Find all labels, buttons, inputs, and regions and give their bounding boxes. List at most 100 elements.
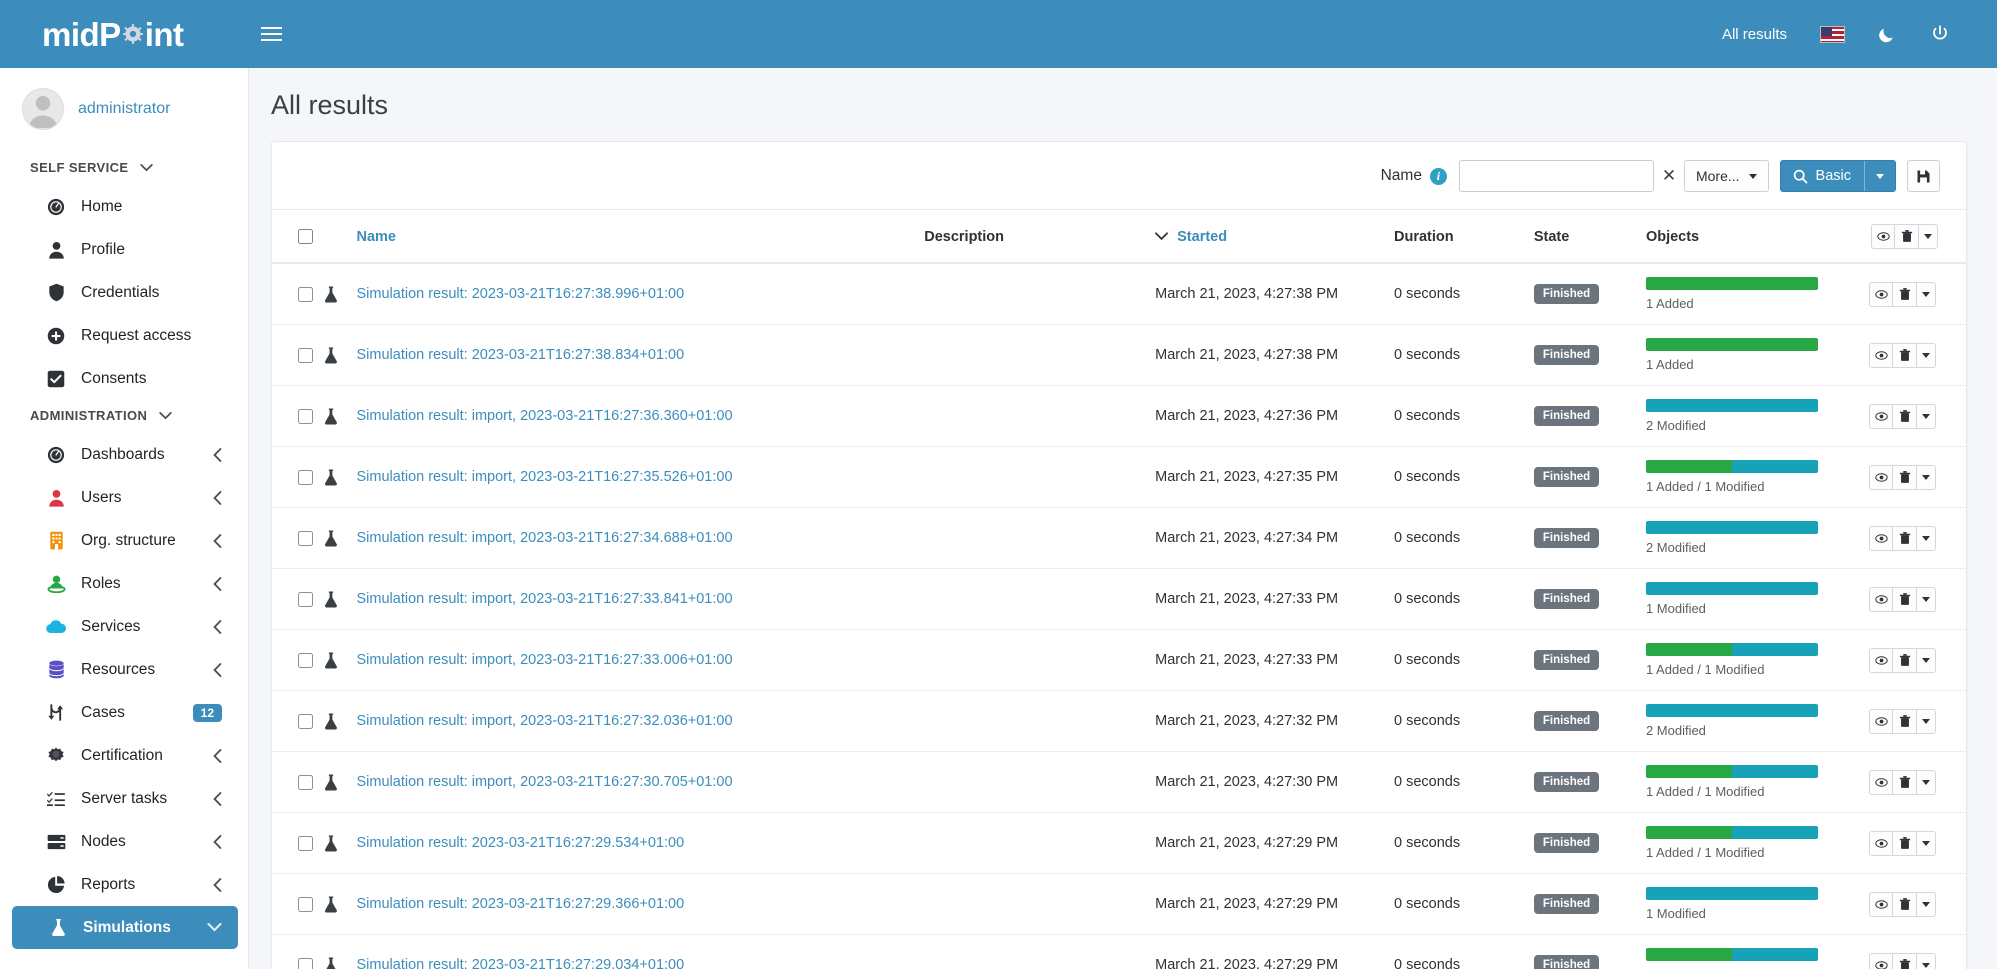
sidebar-item-consents[interactable]: Consents bbox=[10, 357, 238, 400]
moon-icon[interactable] bbox=[1859, 0, 1913, 68]
eye-icon[interactable] bbox=[1869, 953, 1893, 969]
sidebar-item-resources[interactable]: Resources bbox=[10, 648, 238, 691]
trash-icon[interactable] bbox=[1893, 465, 1917, 490]
trash-icon[interactable] bbox=[1893, 648, 1917, 673]
sidebar-item-request-access[interactable]: Request access bbox=[10, 314, 238, 357]
simulation-result-link[interactable]: Simulation result: import, 2023-03-21T16… bbox=[357, 774, 733, 790]
trash-icon[interactable] bbox=[1893, 282, 1917, 307]
row-checkbox[interactable] bbox=[298, 470, 313, 485]
simulation-result-link[interactable]: Simulation result: import, 2023-03-21T16… bbox=[357, 652, 733, 668]
sidebar-item-simulations[interactable]: Simulations bbox=[12, 906, 238, 949]
row-checkbox[interactable] bbox=[298, 775, 313, 790]
row-checkbox[interactable] bbox=[298, 897, 313, 912]
simulation-result-link[interactable]: Simulation result: 2023-03-21T16:27:29.3… bbox=[357, 896, 685, 912]
save-search-button[interactable] bbox=[1907, 160, 1940, 192]
eye-icon[interactable] bbox=[1869, 587, 1893, 612]
trash-icon[interactable] bbox=[1893, 892, 1917, 917]
trash-icon[interactable] bbox=[1893, 587, 1917, 612]
brand-logo[interactable]: midPint bbox=[0, 0, 249, 68]
trash-icon[interactable] bbox=[1895, 224, 1919, 249]
sidebar-item-cases[interactable]: Cases12 bbox=[10, 691, 238, 734]
sidebar-item-reports[interactable]: Reports bbox=[10, 863, 238, 906]
select-all-checkbox[interactable] bbox=[298, 229, 313, 244]
simulation-result-link[interactable]: Simulation result: import, 2023-03-21T16… bbox=[357, 530, 733, 546]
caret-down-icon[interactable] bbox=[1917, 404, 1936, 429]
row-checkbox[interactable] bbox=[298, 653, 313, 668]
eye-icon[interactable] bbox=[1869, 892, 1893, 917]
trash-icon[interactable] bbox=[1893, 770, 1917, 795]
sidebar-item-profile[interactable]: Profile bbox=[10, 228, 238, 271]
row-checkbox[interactable] bbox=[298, 348, 313, 363]
eye-icon[interactable] bbox=[1869, 709, 1893, 734]
row-checkbox[interactable] bbox=[298, 287, 313, 302]
basic-search-main[interactable]: Basic bbox=[1781, 168, 1864, 184]
row-checkbox[interactable] bbox=[298, 409, 313, 424]
eye-icon[interactable] bbox=[1869, 465, 1893, 490]
info-icon[interactable]: i bbox=[1430, 168, 1447, 185]
trash-icon[interactable] bbox=[1893, 831, 1917, 856]
caret-down-icon[interactable] bbox=[1917, 587, 1936, 612]
simulation-result-link[interactable]: Simulation result: import, 2023-03-21T16… bbox=[357, 469, 733, 485]
sidebar-section-administration[interactable]: ADMINISTRATION bbox=[0, 400, 248, 433]
basic-search-dropdown[interactable] bbox=[1864, 161, 1895, 191]
sort-name-link[interactable]: Name bbox=[357, 229, 397, 245]
eye-icon[interactable] bbox=[1869, 831, 1893, 856]
simulation-result-link[interactable]: Simulation result: import, 2023-03-21T16… bbox=[357, 408, 733, 424]
row-checkbox[interactable] bbox=[298, 958, 313, 969]
caret-down-icon[interactable] bbox=[1917, 648, 1936, 673]
simulation-result-link[interactable]: Simulation result: import, 2023-03-21T16… bbox=[357, 713, 733, 729]
caret-down-icon[interactable] bbox=[1917, 465, 1936, 490]
eye-icon[interactable] bbox=[1869, 526, 1893, 551]
more-filters-button[interactable]: More... bbox=[1684, 160, 1769, 192]
sidebar-item-server-tasks[interactable]: Server tasks bbox=[10, 777, 238, 820]
simulation-result-link[interactable]: Simulation result: 2023-03-21T16:27:29.5… bbox=[357, 835, 685, 851]
sidebar-item-roles[interactable]: Roles bbox=[10, 562, 238, 605]
sidebar-section-self-service[interactable]: SELF SERVICE bbox=[0, 152, 248, 185]
caret-down-icon[interactable] bbox=[1917, 892, 1936, 917]
user-name[interactable]: administrator bbox=[78, 100, 170, 118]
simulation-result-link[interactable]: Simulation result: import, 2023-03-21T16… bbox=[357, 591, 733, 607]
sidebar-item-services[interactable]: Services bbox=[10, 605, 238, 648]
eye-icon[interactable] bbox=[1869, 648, 1893, 673]
topbar-all-results-link[interactable]: All results bbox=[1704, 26, 1805, 43]
sidebar-item-credentials[interactable]: Credentials bbox=[10, 271, 238, 314]
caret-down-icon[interactable] bbox=[1917, 343, 1936, 368]
sidebar-item-dashboards[interactable]: Dashboards bbox=[10, 433, 238, 476]
close-icon[interactable]: ✕ bbox=[1654, 160, 1684, 192]
eye-icon[interactable] bbox=[1869, 770, 1893, 795]
eye-icon[interactable] bbox=[1871, 224, 1895, 249]
hamburger-icon[interactable] bbox=[249, 0, 293, 68]
trash-icon[interactable] bbox=[1893, 953, 1917, 969]
eye-icon[interactable] bbox=[1869, 343, 1893, 368]
row-checkbox[interactable] bbox=[298, 714, 313, 729]
sidebar-item-nodes[interactable]: Nodes bbox=[10, 820, 238, 863]
sidebar-item-certification[interactable]: Certification bbox=[10, 734, 238, 777]
simulation-result-link[interactable]: Simulation result: 2023-03-21T16:27:38.9… bbox=[357, 286, 685, 302]
trash-icon[interactable] bbox=[1893, 343, 1917, 368]
caret-down-icon[interactable] bbox=[1917, 282, 1936, 307]
eye-icon[interactable] bbox=[1869, 404, 1893, 429]
caret-down-icon[interactable] bbox=[1917, 770, 1936, 795]
caret-down-icon[interactable] bbox=[1919, 224, 1938, 249]
sort-started-link[interactable]: Started bbox=[1177, 229, 1227, 245]
simulation-result-link[interactable]: Simulation result: 2023-03-21T16:27:38.8… bbox=[357, 347, 685, 363]
caret-down-icon[interactable] bbox=[1917, 526, 1936, 551]
caret-down-icon[interactable] bbox=[1917, 831, 1936, 856]
trash-icon[interactable] bbox=[1893, 526, 1917, 551]
caret-down-icon[interactable] bbox=[1917, 709, 1936, 734]
simulation-result-link[interactable]: Simulation result: 2023-03-21T16:27:29.0… bbox=[357, 957, 685, 969]
power-icon[interactable] bbox=[1913, 0, 1967, 68]
sidebar-item-users[interactable]: Users bbox=[10, 476, 238, 519]
eye-icon[interactable] bbox=[1869, 282, 1893, 307]
user-panel[interactable]: administrator bbox=[0, 68, 248, 152]
search-input[interactable] bbox=[1459, 160, 1654, 192]
row-checkbox[interactable] bbox=[298, 592, 313, 607]
trash-icon[interactable] bbox=[1893, 404, 1917, 429]
row-checkbox[interactable] bbox=[298, 836, 313, 851]
sort-started-wrap[interactable]: Started bbox=[1155, 229, 1394, 245]
trash-icon[interactable] bbox=[1893, 709, 1917, 734]
basic-search-button[interactable]: Basic bbox=[1780, 160, 1896, 192]
us-flag-icon[interactable] bbox=[1805, 0, 1859, 68]
caret-down-icon[interactable] bbox=[1917, 953, 1936, 969]
row-checkbox[interactable] bbox=[298, 531, 313, 546]
